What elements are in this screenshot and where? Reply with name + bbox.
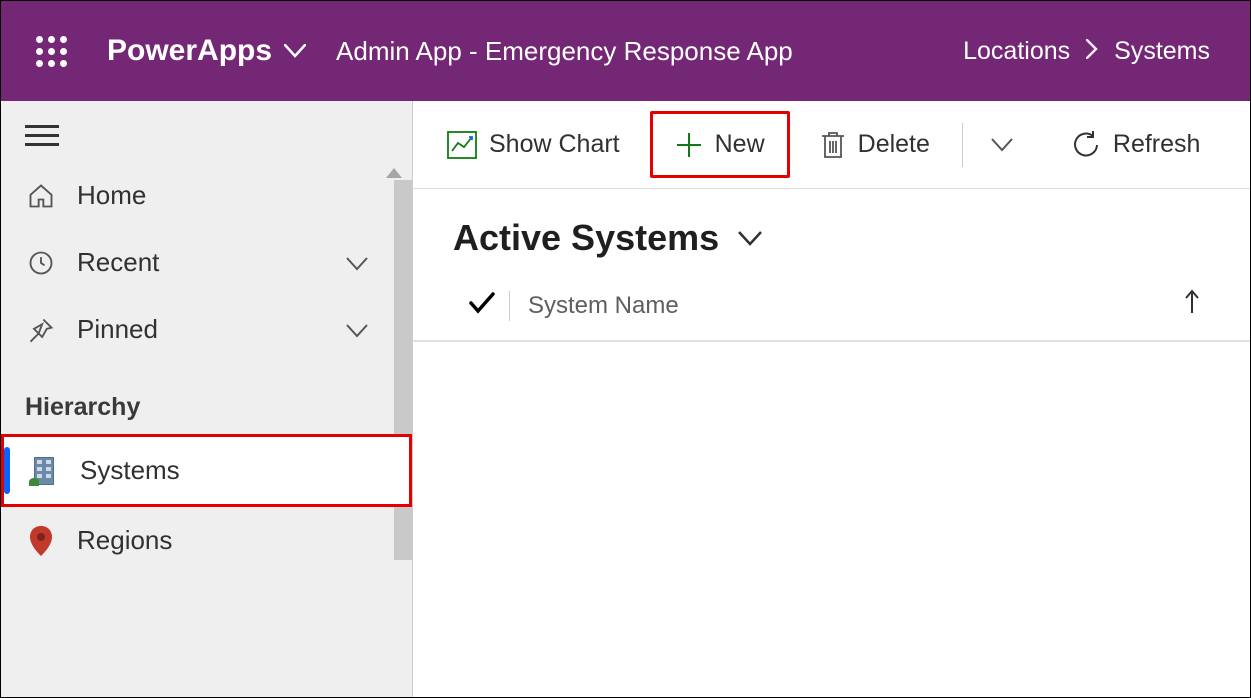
refresh-icon [1071,130,1101,160]
sidebar-section-label: Hierarchy [1,363,412,434]
sidebar-item-recent[interactable]: Recent [1,229,412,296]
trash-icon [820,130,846,160]
building-icon [28,457,60,485]
plus-icon [675,131,703,159]
brand-label: PowerApps [107,34,272,68]
delete-button[interactable]: Delete [804,120,946,170]
show-chart-button[interactable]: Show Chart [431,120,636,169]
breadcrumb-item[interactable]: Systems [1114,37,1210,66]
refresh-button[interactable]: Refresh [1055,120,1217,170]
sidebar-item-systems[interactable]: Systems [1,434,412,507]
grid-header-row: System Name [413,269,1250,342]
command-bar: Show Chart New Delete [413,101,1250,189]
breadcrumb-item[interactable]: Locations [963,37,1070,66]
chevron-down-icon [737,230,763,246]
column-divider [509,291,510,321]
brand-switcher[interactable]: PowerApps [107,34,306,68]
separator [962,123,963,167]
sidebar-item-label: Pinned [77,314,158,345]
chevron-down-icon [346,314,368,345]
cmd-label: Delete [858,130,930,159]
app-title: Admin App - Emergency Response App [336,36,793,67]
sidebar-item-label: Recent [77,247,159,278]
sidebar-item-regions[interactable]: Regions [1,507,412,574]
cmd-label: Show Chart [489,130,620,159]
view-title: Active Systems [453,217,719,259]
clock-icon [25,249,57,277]
sidebar-item-home[interactable]: Home [1,162,412,229]
cmd-label: Refresh [1113,130,1201,159]
sidebar-item-label: Systems [80,455,180,486]
sidebar-item-label: Regions [77,525,172,556]
sidebar-toggle[interactable] [1,101,412,162]
cmd-label: New [715,130,765,159]
pin-icon [25,316,57,344]
select-all-check-icon[interactable] [469,290,509,321]
chevron-down-icon [346,247,368,278]
breadcrumb: Locations Systems [963,37,1210,66]
app-header: PowerApps Admin App - Emergency Response… [1,1,1250,101]
view-selector[interactable]: Active Systems [413,189,1250,269]
sort-ascending-icon[interactable] [1184,289,1200,322]
app-launcher-icon[interactable] [36,36,67,67]
chevron-down-icon [991,138,1013,152]
sidebar-item-label: Home [77,180,146,211]
sidebar: Home Recent Pinned Hiera [1,101,413,697]
chevron-down-icon [284,44,306,58]
new-button[interactable]: New [650,111,790,178]
chart-icon [447,131,477,159]
chevron-right-icon [1086,37,1098,66]
sidebar-item-pinned[interactable]: Pinned [1,296,412,363]
main-content: Show Chart New Delete [413,101,1250,697]
home-icon [25,182,57,210]
delete-split-button[interactable] [979,120,1025,169]
map-pin-icon [25,526,57,556]
column-header[interactable]: System Name [528,292,679,320]
